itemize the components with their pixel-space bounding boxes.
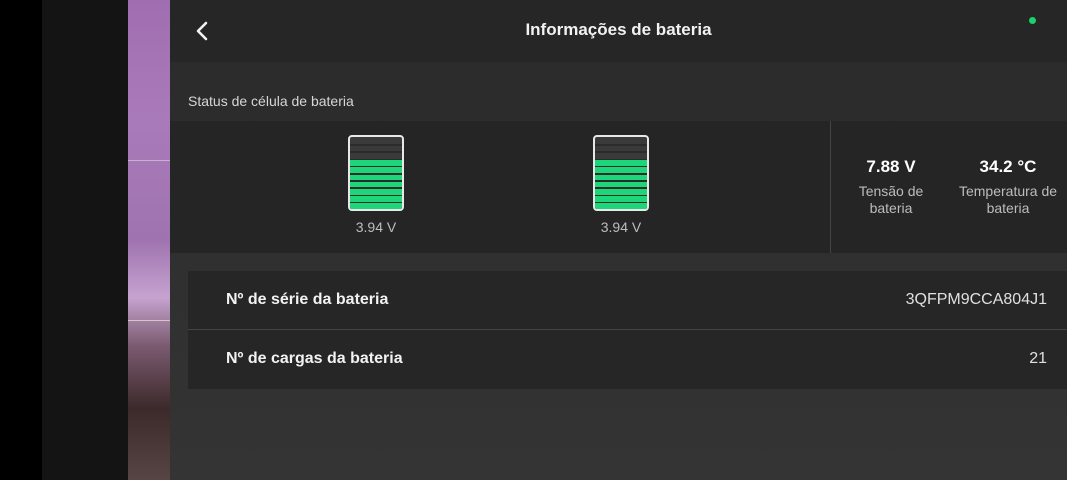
- cell-voltage: 3.94 V: [355, 219, 397, 235]
- serial-number-row: Nº de série da bateria 3QFPM9CCA804J1: [188, 271, 1067, 329]
- left-black-border: [0, 0, 42, 480]
- battery-segment-line: [350, 187, 402, 189]
- battery-voltage-stat: 7.88 V Tensão de bateria: [841, 157, 941, 217]
- cell-voltage: 3.94 V: [600, 219, 642, 235]
- battery-temperature-stat: 34.2 °C Temperatura de bateria: [949, 157, 1067, 217]
- left-dark-border: [42, 0, 128, 480]
- charge-count-row: Nº de cargas da bateria 21: [188, 330, 1067, 388]
- battery-voltage-value: 7.88 V: [866, 157, 916, 176]
- battery-cell-icon: [348, 135, 404, 211]
- battery-segment-line: [595, 201, 647, 204]
- battery-segment-line: [595, 144, 647, 146]
- battery-segment-line: [595, 173, 647, 175]
- battery-voltage-label: Tensão de bateria: [858, 183, 924, 216]
- battery-info-panel: Informações de bateria Status de célula …: [170, 0, 1067, 480]
- battery-segment-line: [350, 165, 402, 168]
- battery-cell-1: 3.94 V: [346, 135, 406, 235]
- battery-cell-2: 3.94 V: [591, 135, 651, 235]
- serial-number-label: Nº de série da bateria: [226, 291, 389, 308]
- battery-segment-line: [350, 201, 402, 204]
- battery-info-list: Nº de série da bateria 3QFPM9CCA804J1 Nº…: [188, 271, 1067, 389]
- header-bar: Informações de bateria: [170, 0, 1067, 62]
- stats-panel: 7.88 V Tensão de bateria 34.2 °C Tempera…: [831, 121, 1067, 253]
- cells-section-label: Status de célula de bateria: [188, 93, 354, 109]
- grid-line: [128, 160, 170, 161]
- battery-temperature-label: Temperatura de bateria: [958, 183, 1058, 216]
- battery-segment-line: [350, 158, 402, 161]
- grid-line: [128, 320, 170, 321]
- battery-segment-line: [595, 194, 647, 197]
- battery-segment-line: [595, 180, 647, 182]
- status-dot-icon: [1029, 17, 1036, 24]
- battery-segment-line: [595, 158, 647, 161]
- serial-number-value: 3QFPM9CCA804J1: [905, 291, 1047, 308]
- battery-segment-line: [350, 173, 402, 175]
- battery-segment-line: [595, 187, 647, 189]
- battery-segment-line: [595, 151, 647, 153]
- battery-segment-line: [350, 194, 402, 197]
- battery-cell-icon: [593, 135, 649, 211]
- battery-segment-line: [350, 151, 402, 153]
- charge-count-value: 21: [1029, 350, 1047, 367]
- battery-temperature-value: 34.2 °C: [979, 157, 1037, 176]
- cells-panel: 3.94 V 3.94 V: [170, 121, 830, 253]
- camera-preview: [128, 0, 170, 480]
- battery-segment-line: [350, 144, 402, 146]
- battery-segment-line: [595, 165, 647, 168]
- charge-count-label: Nº de cargas da bateria: [226, 350, 403, 367]
- page-title: Informações de bateria: [525, 20, 712, 39]
- battery-segment-line: [350, 180, 402, 182]
